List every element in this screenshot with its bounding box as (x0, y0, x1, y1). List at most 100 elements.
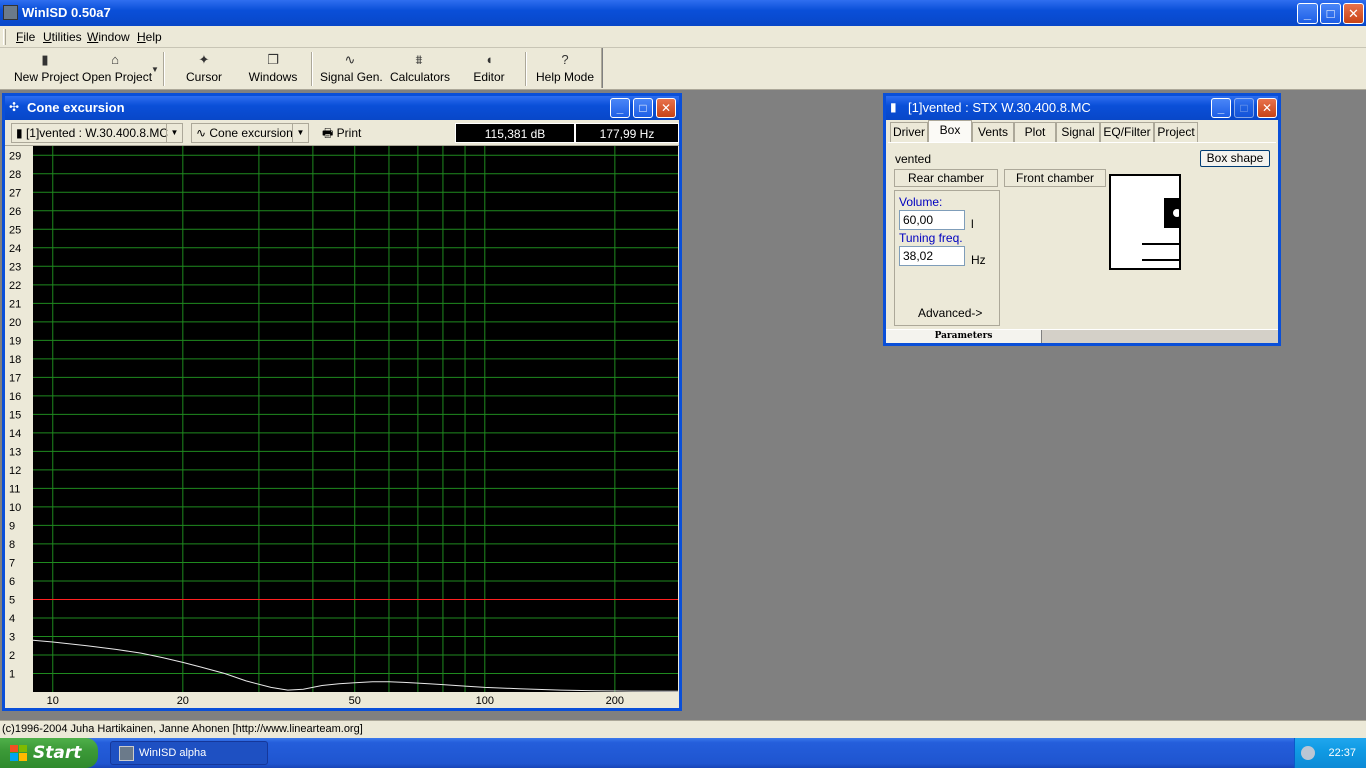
editor-button[interactable]: ◖ Editor (466, 52, 512, 86)
y-tick-label: 21 (9, 298, 21, 310)
y-tick-label: 17 (9, 372, 21, 384)
signal-gen-button[interactable]: ∿ Signal Gen. (320, 52, 383, 86)
cursor-button[interactable]: ✦ Cursor (178, 52, 230, 86)
start-button[interactable]: Start (0, 738, 98, 768)
box-window-title-bar[interactable]: ▮ [1]vented : STX W.30.400.8.MC _ □ ✕ (886, 96, 1278, 120)
clock: 22:37 (1328, 747, 1356, 759)
y-tick-label: 4 (9, 613, 15, 625)
box-window-title: [1]vented : STX W.30.400.8.MC (908, 100, 1091, 115)
open-project-dropdown[interactable]: ▼ (150, 52, 160, 86)
graph-maximize-button[interactable]: □ (633, 98, 653, 118)
taskbar: Start WinISD alpha 22:37 (0, 738, 1366, 768)
y-tick-label: 26 (9, 206, 21, 218)
tab-parameters[interactable]: Parameters (886, 330, 1042, 343)
y-tick-label: 11 (9, 483, 20, 495)
windows-logo-icon (10, 745, 27, 761)
y-tick-label: 6 (9, 576, 15, 588)
volume-label: Volume: (899, 195, 943, 209)
project-select-value: [1]vented : W.30.400.8.MC (25, 126, 169, 140)
help-mode-button[interactable]: ? Help Mode (536, 52, 594, 86)
graph-window-title-bar[interactable]: ✣ Cone excursion _ □ ✕ (5, 96, 679, 120)
new-project-label: New Project (14, 70, 79, 84)
x-tick-label: 50 (349, 695, 361, 707)
y-tick-label: 23 (9, 261, 21, 273)
calculators-label: Calculators (390, 70, 451, 84)
project-select[interactable]: ▮ [1]vented : W.30.400.8.MC ▼ (11, 123, 183, 143)
y-tick-label: 15 (9, 409, 21, 421)
tab-vents[interactable]: Vents (972, 122, 1014, 142)
speaker-box-diagram (1142, 198, 1187, 261)
graph-type-select[interactable]: ∿ Cone excursion ▼ (191, 123, 309, 143)
minimize-button[interactable]: _ (1297, 3, 1318, 24)
box-type-field: vented (894, 150, 1194, 166)
bottom-tab-strip: Parameters (886, 329, 1278, 343)
windows-button[interactable]: ❐ Windows (246, 52, 300, 86)
box-shape-button[interactable]: Box shape (1200, 150, 1270, 167)
project-icon: ▮ (16, 126, 26, 140)
graph-window-title: Cone excursion (27, 100, 125, 115)
windows-label: Windows (248, 70, 298, 84)
rear-chamber-button[interactable]: Rear chamber (894, 169, 998, 187)
cone-excursion-chart[interactable]: 1234567891011121314151617181920212223242… (5, 146, 679, 708)
box-close-button[interactable]: ✕ (1257, 98, 1277, 118)
advanced-link[interactable]: Advanced-> (918, 306, 982, 320)
cone-excursion-window[interactable]: ✣ Cone excursion _ □ ✕ ▮ [1]vented : W.3… (2, 93, 682, 711)
y-tick-label: 27 (9, 187, 21, 199)
tab-driver[interactable]: Driver (890, 122, 928, 142)
y-tick-label: 8 (9, 539, 15, 551)
tuning-input[interactable]: 38,02 (899, 246, 965, 266)
maximize-button[interactable]: □ (1320, 3, 1341, 24)
mdi-border (0, 88, 1366, 90)
menu-file[interactable]: File (16, 30, 35, 44)
graph-close-button[interactable]: ✕ (656, 98, 676, 118)
print-button[interactable]: 🖶 Print (317, 123, 369, 143)
taskbar-item-winisd[interactable]: WinISD alpha (110, 741, 268, 765)
readout-db: 115,381 dB (455, 123, 575, 143)
y-tick-label: 22 (9, 280, 21, 292)
graph-minimize-button[interactable]: _ (610, 98, 630, 118)
open-project-button[interactable]: ⌂ Open Project (82, 52, 153, 86)
menu-utilities[interactable]: Utilities (43, 30, 82, 44)
tuning-label: Tuning freq. (899, 231, 963, 245)
volume-input[interactable]: 60,00 (899, 210, 965, 230)
speaker-icon: ▮ (890, 100, 897, 114)
tab-eq-filter[interactable]: EQ/Filter (1100, 122, 1154, 142)
close-button[interactable]: ✕ (1343, 3, 1364, 24)
box-window[interactable]: ▮ [1]vented : STX W.30.400.8.MC _ □ ✕ Dr… (883, 93, 1281, 346)
y-tick-label: 5 (9, 594, 15, 606)
menu-window[interactable]: Window (87, 30, 130, 44)
toolbar-background (603, 48, 1366, 88)
new-project-icon: ▮ (41, 52, 49, 67)
volume-icon[interactable] (1301, 746, 1315, 760)
y-tick-label: 1 (9, 668, 15, 680)
plot-area[interactable]: 1 2 3 4 5 6 7 8 9 10 11 12 13 14 15 16 17 18 19 20 21 22 23 24 2… (5, 146, 679, 708)
open-project-label: Open Project (82, 70, 153, 84)
status-bar: (c)1996-2004 Juha Hartikainen, Janne Aho… (0, 720, 1366, 738)
tuning-unit: Hz (971, 253, 986, 267)
tab-signal[interactable]: Signal (1056, 122, 1100, 142)
toolbar: ▮ New Project ⌂ Open Project ▼ ✦ Cursor … (0, 48, 602, 88)
y-tick-label: 24 (9, 243, 21, 255)
toolbar-separator (311, 52, 313, 86)
tab-box[interactable]: Box (928, 120, 972, 142)
y-tick-label: 13 (9, 446, 21, 458)
new-project-button[interactable]: ▮ New Project (14, 52, 79, 86)
x-tick-label: 100 (476, 695, 494, 707)
sine-wave-icon: ∿ (344, 52, 356, 67)
editor-label: Editor (473, 70, 505, 84)
y-tick-label: 3 (9, 631, 15, 643)
graph-window-icon: ✣ (9, 100, 20, 114)
calculator-icon: ⩩ (415, 52, 423, 67)
app-title: WinISD 0.50a7 (22, 5, 111, 20)
menu-help[interactable]: Help (137, 30, 162, 44)
front-chamber-button[interactable]: Front chamber (1004, 169, 1106, 187)
app-title-bar[interactable]: WinISD 0.50a7 _ □ ✕ (0, 0, 1366, 26)
calculators-button[interactable]: ⩩ Calculators (390, 52, 451, 86)
box-minimize-button[interactable]: _ (1211, 98, 1231, 118)
y-tick-label: 10 (9, 502, 21, 514)
volume-unit: l (971, 217, 974, 231)
y-tick-label: 19 (9, 335, 21, 347)
tab-project[interactable]: Project (1154, 122, 1198, 142)
menu-bar: File Utilities Window Help (0, 26, 1366, 48)
tab-plot[interactable]: Plot (1014, 122, 1056, 142)
